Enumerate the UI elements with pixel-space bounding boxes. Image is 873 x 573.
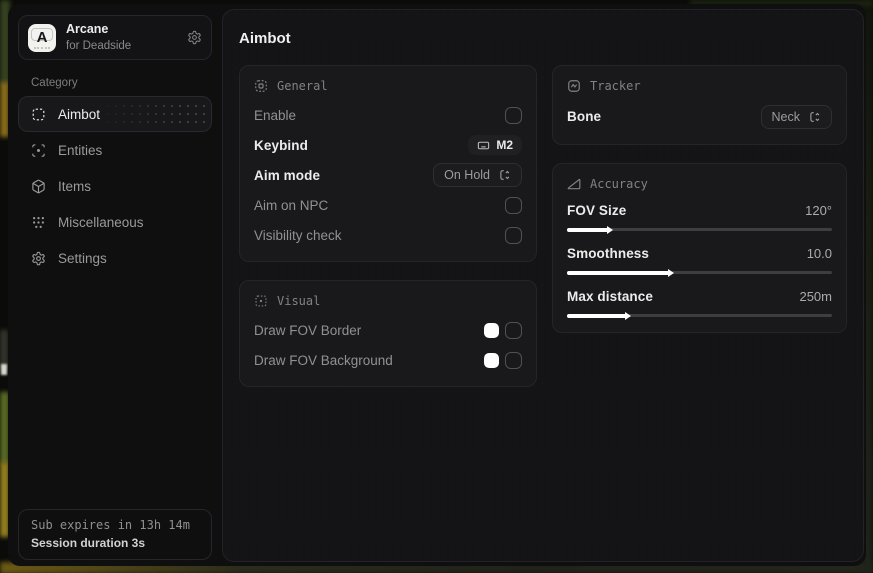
app-title-block: Arcane for Deadside (66, 22, 131, 53)
visibility-check-checkbox[interactable] (505, 227, 522, 244)
smoothness-value: 10.0 (807, 246, 832, 261)
app-name: Arcane (66, 22, 131, 38)
slider-fill (567, 228, 607, 232)
bone-row: Bone Neck (567, 100, 832, 133)
draw-fov-border-label: Draw FOV Border (254, 323, 361, 338)
max-distance-group: Max distance 250m (567, 284, 832, 317)
sidebar-item-settings[interactable]: Settings (18, 240, 212, 276)
aim-on-npc-row: Aim on NPC (254, 190, 522, 220)
keyboard-icon (477, 139, 490, 152)
draw-fov-border-checkbox[interactable] (505, 322, 522, 339)
max-distance-label: Max distance (567, 289, 653, 304)
aim-on-npc-checkbox[interactable] (505, 197, 522, 214)
page-title: Aimbot (239, 30, 847, 47)
enable-row: Enable (254, 100, 522, 130)
logo-letter: A (37, 29, 48, 46)
card-title: Visual (277, 294, 320, 308)
sidebar-item-label: Miscellaneous (58, 215, 144, 230)
app-logo: A (28, 24, 56, 52)
accuracy-card-header: Accuracy (567, 177, 832, 191)
visual-card-header: Visual (254, 294, 522, 308)
sidebar-item-miscellaneous[interactable]: Miscellaneous (18, 204, 212, 240)
visual-card: Visual Draw FOV Border Draw FOV Backgrou… (239, 280, 537, 387)
enable-label: Enable (254, 108, 296, 123)
smoothness-group: Smoothness 10.0 (567, 241, 832, 274)
dots-grid-icon (31, 215, 46, 230)
draw-fov-border-controls (484, 322, 522, 339)
unfold-select-icon (809, 111, 821, 123)
card-title: Tracker (590, 79, 641, 93)
app-subtitle: for Deadside (66, 39, 131, 53)
package-icon (31, 179, 46, 194)
general-card-header: General (254, 79, 522, 93)
draw-fov-border-row: Draw FOV Border (254, 315, 522, 345)
enable-checkbox[interactable] (505, 107, 522, 124)
scan-target-icon (31, 143, 46, 158)
draw-fov-background-row: Draw FOV Background (254, 345, 522, 375)
bone-value: Neck (772, 110, 800, 124)
smoothness-label: Smoothness (567, 246, 649, 261)
fov-size-group: FOV Size 120° (567, 198, 832, 231)
aim-mode-label: Aim mode (254, 168, 320, 183)
fov-size-slider[interactable] (567, 228, 832, 231)
sidebar-item-label: Settings (58, 251, 107, 266)
visibility-check-label: Visibility check (254, 228, 342, 243)
game-background (1, 364, 7, 375)
sidebar-item-label: Items (58, 179, 91, 194)
draw-fov-background-checkbox[interactable] (505, 352, 522, 369)
bone-label: Bone (567, 109, 601, 124)
keybind-label: Keybind (254, 138, 308, 153)
slider-fill (567, 271, 668, 275)
aim-on-npc-label: Aim on NPC (254, 198, 328, 213)
max-distance-value: 250m (799, 289, 832, 304)
tracker-card: Tracker Bone Neck (552, 65, 847, 145)
aim-mode-row: Aim mode On Hold (254, 160, 522, 190)
card-title: General (277, 79, 328, 93)
gear-icon (31, 251, 46, 266)
slider-fill (567, 314, 625, 318)
gear-icon[interactable] (187, 30, 202, 45)
sidebar-item-label: Entities (58, 143, 102, 158)
subscription-box: Sub expires in 13h 14m Session duration … (18, 509, 212, 560)
sidebar: A Arcane for Deadside Category Aimbot (8, 4, 222, 566)
visibility-check-row: Visibility check (254, 220, 522, 250)
smoothness-slider[interactable] (567, 271, 832, 274)
cheat-menu-window: A Arcane for Deadside Category Aimbot (8, 4, 866, 566)
fov-size-label: FOV Size (567, 203, 626, 218)
keybind-button[interactable]: M2 (468, 135, 522, 155)
keybind-value: M2 (496, 138, 513, 152)
keybind-row: Keybind M2 (254, 130, 522, 160)
crosshair-dashed-icon (31, 107, 46, 122)
sub-expires-text: Sub expires in 13h 14m (31, 518, 199, 532)
main-panel: Aimbot General Enable (222, 9, 864, 562)
aim-mode-value: On Hold (444, 168, 490, 182)
triangle-ruler-icon (567, 177, 581, 191)
sidebar-item-label: Aimbot (58, 107, 100, 122)
draw-fov-background-controls (484, 352, 522, 369)
draw-fov-background-label: Draw FOV Background (254, 353, 393, 368)
screen: A Arcane for Deadside Category Aimbot (0, 0, 873, 573)
accuracy-card: Accuracy FOV Size 120° (552, 163, 847, 333)
card-title: Accuracy (590, 177, 648, 191)
column-right: Tracker Bone Neck (552, 65, 847, 333)
fov-background-color-swatch[interactable] (484, 353, 499, 368)
app-header: A Arcane for Deadside (18, 15, 212, 60)
unfold-select-icon (499, 169, 511, 181)
column-left: General Enable Keybind (239, 65, 537, 387)
activity-square-icon (567, 79, 581, 93)
category-label: Category (31, 77, 212, 89)
sidebar-item-items[interactable]: Items (18, 168, 212, 204)
session-duration-text: Session duration 3s (31, 536, 199, 550)
bone-select[interactable]: Neck (761, 105, 832, 129)
tracker-card-header: Tracker (567, 79, 832, 93)
fov-size-value: 120° (805, 203, 832, 218)
image-icon (254, 294, 268, 308)
fov-border-color-swatch[interactable] (484, 323, 499, 338)
aim-mode-select[interactable]: On Hold (433, 163, 522, 187)
sidebar-item-entities[interactable]: Entities (18, 132, 212, 168)
general-card: General Enable Keybind (239, 65, 537, 262)
sidebar-item-aimbot[interactable]: Aimbot (18, 96, 212, 132)
scan-square-icon (254, 79, 268, 93)
max-distance-slider[interactable] (567, 314, 832, 317)
